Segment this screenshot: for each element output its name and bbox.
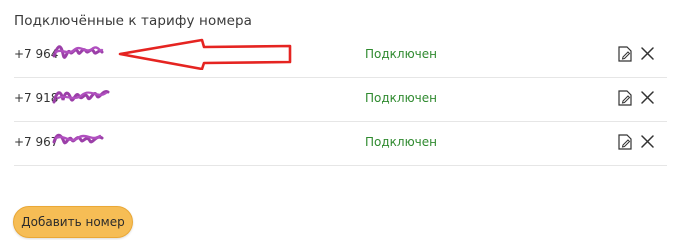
status-label: Подключен [365,91,437,105]
status-label: Подключен [365,47,437,61]
close-icon[interactable] [641,135,654,148]
row-divider [14,165,667,166]
number-row: +7 964 Подключен [14,34,667,78]
number-row: +7 918 Подключен [14,78,667,122]
redacted-scribble [52,133,104,145]
close-icon[interactable] [641,91,654,104]
edit-icon[interactable] [618,134,632,150]
add-number-button[interactable]: Добавить номер [13,206,133,238]
edit-icon[interactable] [618,90,632,106]
close-icon[interactable] [641,47,654,60]
status-label: Подключен [365,135,437,149]
redacted-scribble [52,45,104,59]
redacted-scribble [52,90,110,104]
edit-icon[interactable] [618,46,632,62]
number-row: +7 967 Подключен [14,122,667,166]
annotation-arrow [118,38,292,70]
section-title: Подключённые к тарифу номера [14,13,253,29]
